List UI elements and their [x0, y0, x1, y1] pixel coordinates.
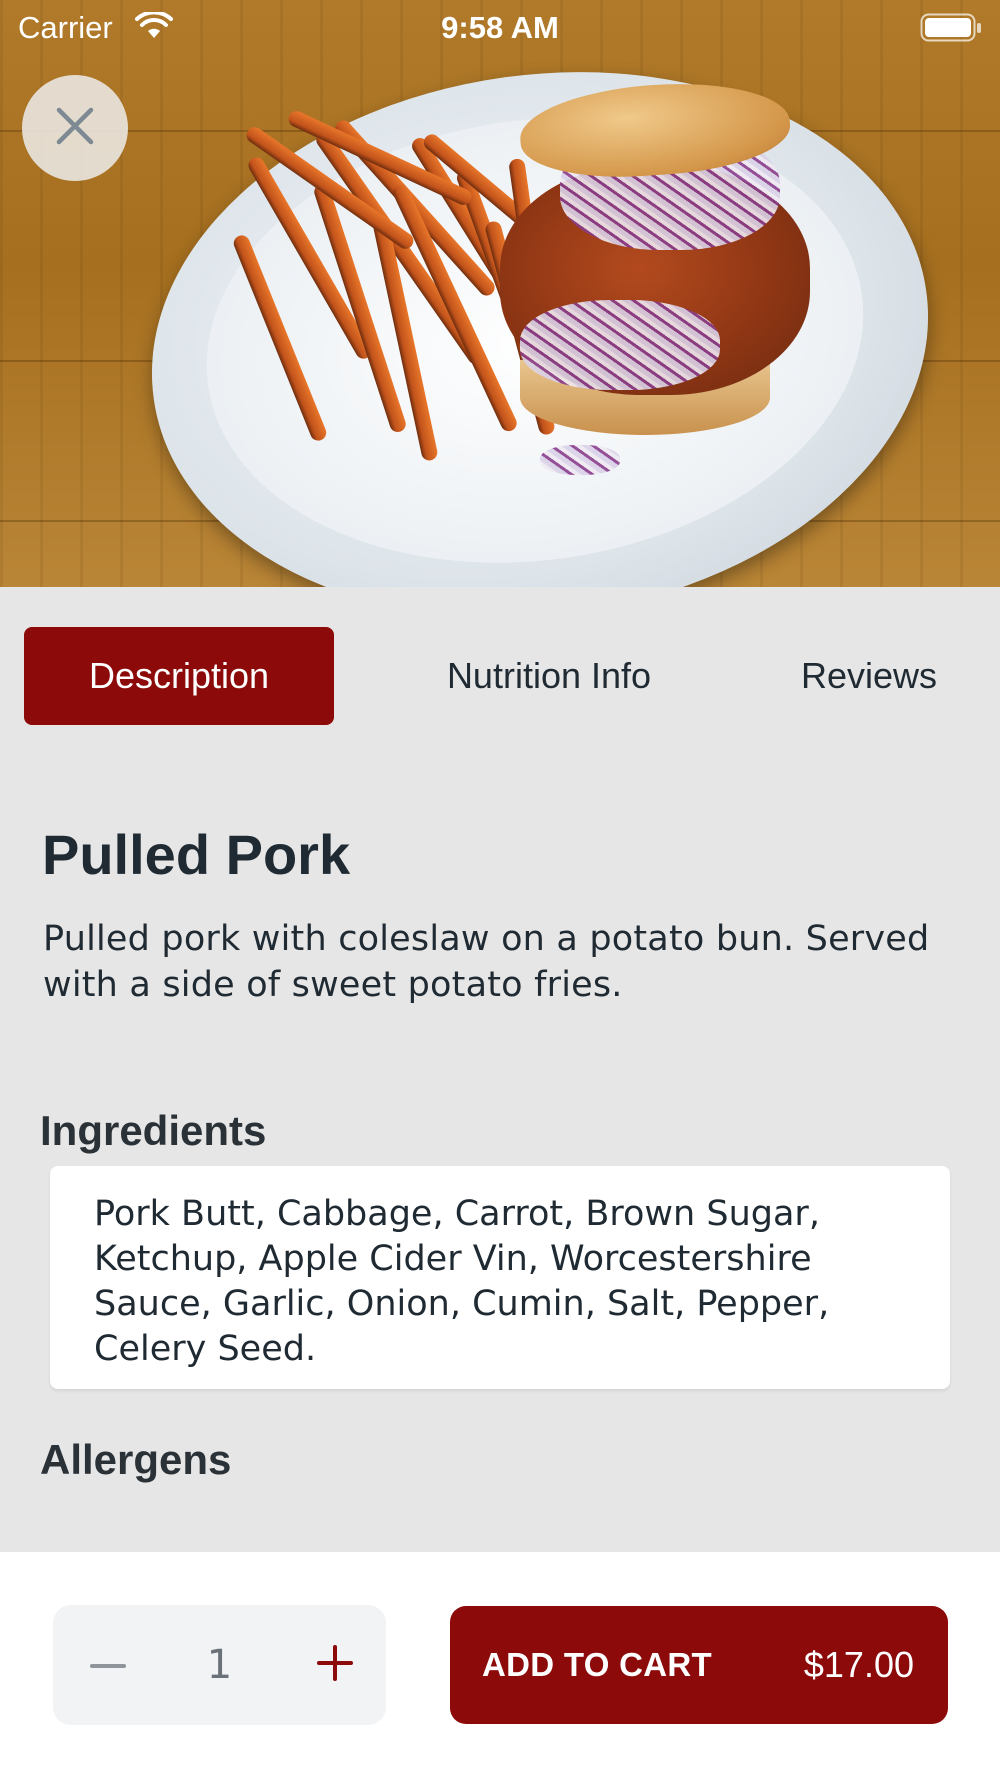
ingredients-text: Pork Butt, Cabbage, Carrot, Brown Sugar,…	[94, 1194, 830, 1369]
battery-icon	[920, 13, 982, 51]
quantity-value: 1	[206, 1642, 233, 1688]
item-description: Pulled pork with coleslaw on a potato bu…	[43, 919, 930, 1005]
ingredients-card: Pork Butt, Cabbage, Carrot, Brown Sugar,…	[50, 1166, 950, 1389]
close-button[interactable]	[22, 75, 128, 181]
status-bar: Carrier 9:58 AM	[0, 0, 1000, 56]
quantity-stepper: 1	[53, 1605, 386, 1725]
bottom-action-bar: 1 ADD TO CART $17.00	[0, 1552, 1000, 1778]
allergens-heading: Allergens	[40, 1436, 232, 1483]
status-time: 9:58 AM	[441, 10, 559, 45]
item-price: $17.00	[803, 1644, 914, 1685]
tab-description[interactable]: Description	[24, 627, 334, 725]
tab-bar: Description Nutrition Info Reviews	[24, 627, 976, 725]
item-title: Pulled Pork	[42, 823, 351, 886]
dish-photo	[0, 0, 1000, 587]
ingredients-heading: Ingredients	[40, 1107, 267, 1154]
decrease-quantity-button[interactable]	[58, 1605, 158, 1725]
tab-label: Description	[88, 655, 270, 696]
tab-reviews[interactable]: Reviews	[744, 627, 994, 725]
minus-icon	[90, 1656, 126, 1674]
plus-icon	[317, 1644, 353, 1686]
tab-nutrition-info[interactable]: Nutrition Info	[364, 627, 734, 725]
tab-label: Nutrition Info	[446, 655, 652, 696]
close-icon	[55, 106, 95, 151]
add-to-cart-button[interactable]: ADD TO CART $17.00	[450, 1606, 948, 1724]
add-to-cart-label: ADD TO CART	[482, 1646, 713, 1683]
tab-label: Reviews	[800, 655, 938, 696]
increase-quantity-button[interactable]	[285, 1605, 385, 1725]
